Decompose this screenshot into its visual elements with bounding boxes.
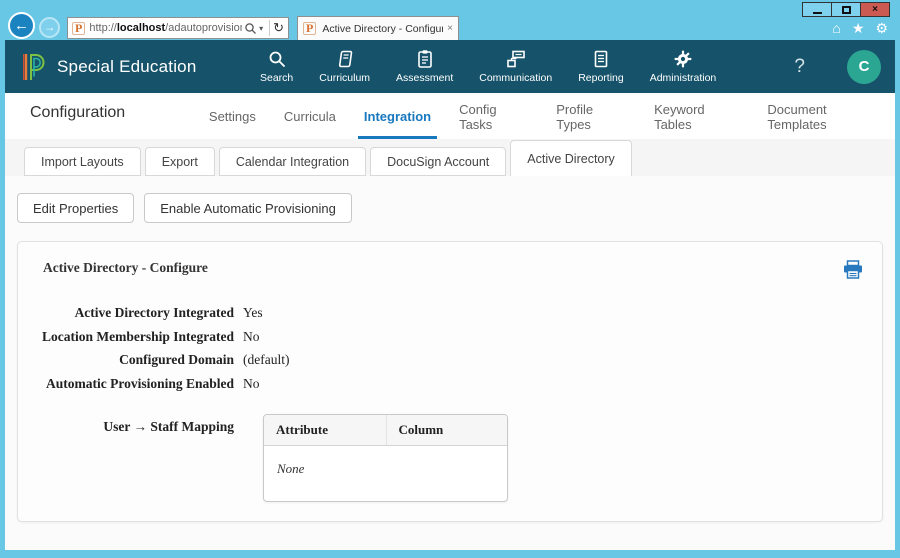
refresh-icon[interactable]: ↻ bbox=[273, 20, 284, 36]
site-favicon: P bbox=[72, 22, 85, 35]
clipboard-icon bbox=[415, 49, 435, 69]
page-content: Edit Properties Enable Automatic Provisi… bbox=[5, 193, 895, 522]
config-tabs: Settings Curricula Integration Config Ta… bbox=[195, 93, 895, 139]
window-controls: × bbox=[803, 2, 890, 17]
url-dropdown-icon[interactable]: ▾ bbox=[259, 24, 263, 33]
nav-administration[interactable]: Administration bbox=[637, 49, 730, 84]
book-icon bbox=[335, 49, 355, 69]
field-value: No bbox=[243, 330, 260, 344]
user-staff-mapping: User → Staff Mapping Attribute Column No… bbox=[18, 420, 882, 502]
field-label: Location Membership Integrated bbox=[18, 330, 234, 344]
back-button[interactable]: ← bbox=[8, 12, 35, 39]
action-buttons: Edit Properties Enable Automatic Provisi… bbox=[17, 193, 883, 223]
subtab-import-layouts[interactable]: Import Layouts bbox=[24, 147, 141, 176]
titlebar: × bbox=[0, 0, 900, 16]
printer-icon bbox=[842, 260, 864, 280]
mapping-table: Attribute Column None bbox=[263, 414, 508, 502]
close-icon: × bbox=[872, 5, 878, 15]
panel-title: Active Directory - Configure bbox=[43, 260, 208, 276]
subtab-export[interactable]: Export bbox=[145, 147, 215, 176]
user-avatar[interactable]: C bbox=[847, 50, 881, 84]
mapping-table-header: Attribute Column bbox=[264, 415, 507, 446]
forward-arrow-icon: → bbox=[44, 20, 56, 34]
app-title: Special Education bbox=[57, 57, 247, 77]
nav-search[interactable]: Search bbox=[247, 49, 306, 84]
gear-icon bbox=[673, 49, 693, 69]
document-icon bbox=[591, 49, 611, 69]
field-label: Active Directory Integrated bbox=[18, 306, 234, 320]
nav-communication[interactable]: Communication bbox=[466, 49, 565, 84]
mapping-label: User → Staff Mapping bbox=[18, 420, 234, 502]
favorites-star-icon[interactable]: ★ bbox=[852, 21, 865, 35]
maximize-icon bbox=[842, 6, 851, 14]
field-label: Configured Domain bbox=[18, 353, 234, 367]
help-button[interactable]: ? bbox=[794, 56, 805, 78]
tab-close-icon[interactable]: × bbox=[447, 23, 453, 34]
browser-tab[interactable]: P Active Directory - Configure × bbox=[297, 16, 459, 40]
search-icon[interactable] bbox=[244, 22, 257, 35]
config-fields: Active Directory Integrated Yes Location… bbox=[18, 306, 882, 390]
nav-reporting[interactable]: Reporting bbox=[565, 49, 637, 84]
config-header-row: Configuration Settings Curricula Integra… bbox=[5, 93, 895, 139]
url-text[interactable]: http://localhost/adautoprovision.asp bbox=[89, 22, 242, 34]
edit-properties-button[interactable]: Edit Properties bbox=[17, 193, 134, 223]
nav-curriculum[interactable]: Curriculum bbox=[306, 49, 383, 84]
app-logo bbox=[21, 52, 47, 82]
browser-chrome: ← → P http://localhost/adautoprovision.a… bbox=[0, 16, 900, 40]
field-row: Location Membership Integrated No bbox=[18, 330, 882, 344]
tab-curricula[interactable]: Curricula bbox=[278, 93, 342, 139]
integration-subtabs: Import Layouts Export Calendar Integrati… bbox=[5, 139, 895, 176]
field-value: (default) bbox=[243, 353, 289, 367]
back-arrow-icon: ← bbox=[14, 17, 29, 34]
url-divider bbox=[269, 20, 270, 36]
field-row: Active Directory Integrated Yes bbox=[18, 306, 882, 320]
subtab-active-directory[interactable]: Active Directory bbox=[510, 140, 632, 176]
forward-button[interactable]: → bbox=[39, 17, 60, 38]
field-row: Automatic Provisioning Enabled No bbox=[18, 377, 882, 391]
address-bar[interactable]: P http://localhost/adautoprovision.asp ▾… bbox=[67, 17, 289, 39]
browser-window: × ← → P http://localhost/adautoprovision… bbox=[0, 0, 900, 558]
ie-toolbar: ⌂ ★ ⚙ bbox=[832, 21, 888, 35]
tab-settings[interactable]: Settings bbox=[203, 93, 262, 139]
tab-document-templates[interactable]: Document Templates bbox=[761, 93, 887, 139]
subtab-calendar-integration[interactable]: Calendar Integration bbox=[219, 147, 366, 176]
mapping-empty-state: None bbox=[264, 446, 507, 501]
communication-icon bbox=[506, 49, 526, 69]
tab-keyword-tables[interactable]: Keyword Tables bbox=[648, 93, 745, 139]
field-value: No bbox=[243, 377, 260, 391]
browser-tab-title: Active Directory - Configure bbox=[322, 23, 443, 35]
app-viewport: Special Education Search Curriculum Asse… bbox=[5, 40, 895, 550]
subtab-docusign-account[interactable]: DocuSign Account bbox=[370, 147, 506, 176]
app-header: Special Education Search Curriculum Asse… bbox=[5, 40, 895, 93]
field-label: Automatic Provisioning Enabled bbox=[18, 377, 234, 391]
maximize-button[interactable] bbox=[831, 2, 861, 17]
column-header-attribute: Attribute bbox=[264, 415, 386, 445]
tab-config-tasks[interactable]: Config Tasks bbox=[453, 93, 534, 139]
column-header-column: Column bbox=[386, 415, 508, 445]
field-value: Yes bbox=[243, 306, 263, 320]
main-nav: Search Curriculum Assessment Communicati… bbox=[247, 49, 729, 84]
close-button[interactable]: × bbox=[860, 2, 890, 17]
enable-automatic-provisioning-button[interactable]: Enable Automatic Provisioning bbox=[144, 193, 352, 223]
ad-configure-panel: Active Directory - Configure Active Dire… bbox=[17, 241, 883, 522]
tab-profile-types[interactable]: Profile Types bbox=[550, 93, 632, 139]
settings-gear-icon[interactable]: ⚙ bbox=[875, 21, 888, 35]
minimize-icon bbox=[813, 12, 822, 14]
tab-integration[interactable]: Integration bbox=[358, 93, 437, 139]
minimize-button[interactable] bbox=[802, 2, 832, 17]
home-icon[interactable]: ⌂ bbox=[832, 21, 840, 35]
tab-favicon: P bbox=[303, 22, 316, 35]
page-title: Configuration bbox=[30, 104, 175, 122]
field-row: Configured Domain (default) bbox=[18, 353, 882, 367]
nav-assessment[interactable]: Assessment bbox=[383, 49, 466, 84]
print-button[interactable] bbox=[842, 260, 864, 280]
search-icon bbox=[267, 49, 287, 69]
